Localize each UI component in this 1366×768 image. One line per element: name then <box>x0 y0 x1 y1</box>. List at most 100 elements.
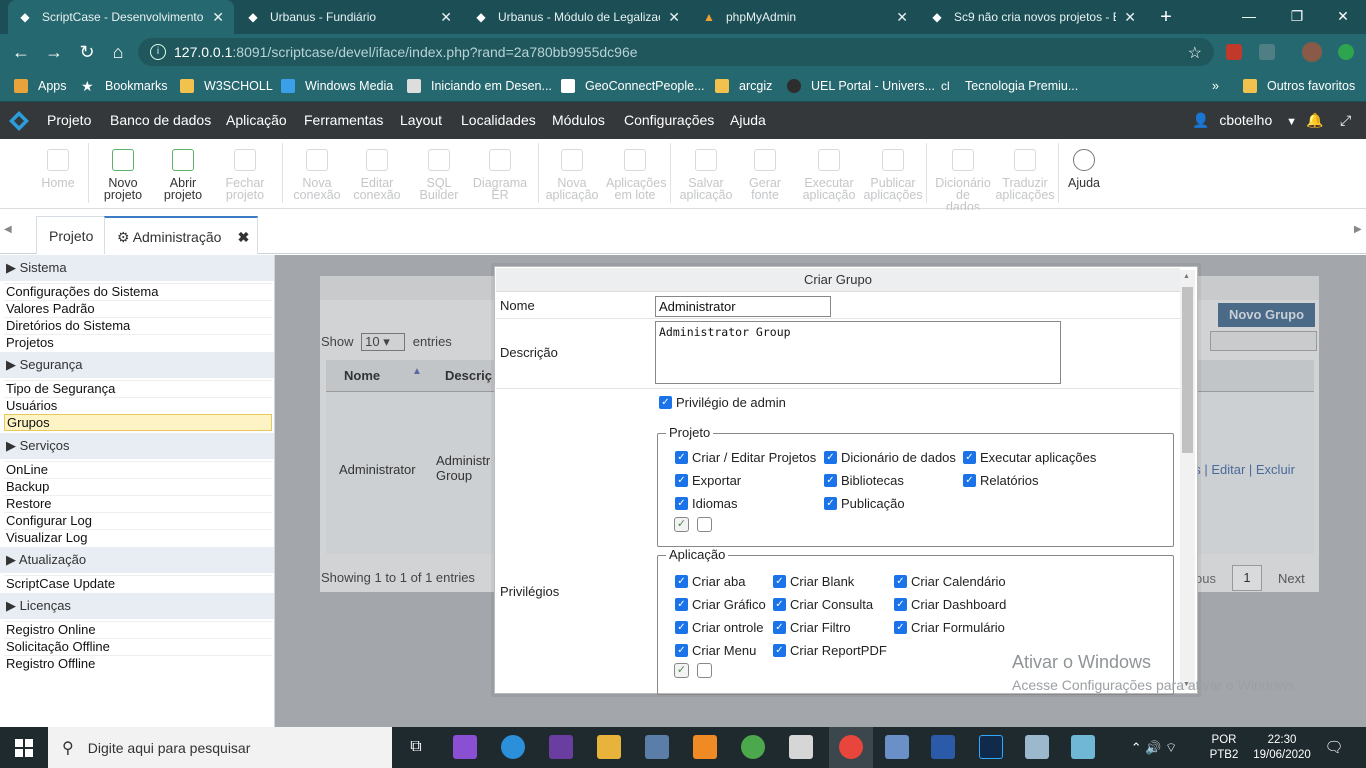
sidebar-item-registro-online[interactable]: Registro Online <box>4 621 272 638</box>
bookmark-bookmarks[interactable]: ★ Bookmarks <box>81 77 168 95</box>
select-all-checkbox[interactable]: ✓ <box>674 663 689 678</box>
menu-modulos[interactable]: Módulos <box>552 102 605 139</box>
scrollbar-thumb[interactable] <box>1182 287 1193 453</box>
sidebar-item-scriptcase-update[interactable]: ScriptCase Update <box>4 575 272 592</box>
word-icon[interactable] <box>931 735 955 759</box>
close-tab-icon[interactable]: ✕ <box>212 9 224 26</box>
executar-aplicacoes-checkbox[interactable]: ✓ Executar aplicações <box>963 450 1096 465</box>
scroll-right-icon[interactable]: ▶ <box>1354 224 1362 235</box>
sidebar-item-restore[interactable]: Restore <box>4 495 272 512</box>
bookmark-arcgiz[interactable]: arcgiz <box>715 77 772 95</box>
user-menu[interactable]: 👤 cbotelho ▼ <box>1192 102 1297 139</box>
ribbon-traduzir-aplicacoes-button[interactable]: Traduzir aplicações <box>994 147 1056 201</box>
menu-ferramentas[interactable]: Ferramentas <box>304 102 383 139</box>
ribbon-dicionario-dados-button[interactable]: Dicionário de dados <box>932 147 994 213</box>
criar-menu-checkbox[interactable]: ✓ Criar Menu <box>675 643 756 658</box>
ribbon-aplicacoes-lote-button[interactable]: Aplicações em lote <box>606 147 666 201</box>
nome-input[interactable] <box>655 296 831 317</box>
criar-consulta-checkbox[interactable]: ✓ Criar Consulta <box>773 597 873 612</box>
section-seguranca[interactable]: ▶ Segurança <box>0 352 274 378</box>
sublime-icon[interactable] <box>693 735 717 759</box>
ribbon-abrir-projeto-button[interactable]: Abrir projeto <box>160 147 206 201</box>
ribbon-sql-builder-button[interactable]: SQL Builder <box>412 147 466 201</box>
ribbon-diagrama-er-button[interactable]: Diagrama ER <box>472 147 528 201</box>
section-servicos[interactable]: ▶ Serviços <box>0 433 274 459</box>
clock[interactable]: 22:30 19/06/2020 <box>1246 727 1318 768</box>
sidebar-item-backup[interactable]: Backup <box>4 478 272 495</box>
criar-controle-checkbox[interactable]: ✓ Criar ontrole <box>675 620 764 635</box>
back-button[interactable]: ← <box>10 41 32 63</box>
address-bar[interactable]: i 127.0.0.1 :8091/scriptcase/devel/iface… <box>138 38 1214 66</box>
menu-localidades[interactable]: Localidades <box>461 102 536 139</box>
sidebar-item-usuarios[interactable]: Usuários <box>4 397 272 414</box>
sidebar-item-projetos[interactable]: Projetos <box>4 334 272 351</box>
criar-aba-checkbox[interactable]: ✓ Criar aba <box>675 574 745 589</box>
bibliotecas-checkbox[interactable]: ✓ Bibliotecas <box>824 473 904 488</box>
browser-tab-urbanus-legalizacao[interactable]: ◆ Urbanus - Módulo de Legalizaç ✕ <box>464 0 690 34</box>
pagination-next[interactable]: Next <box>1278 571 1305 586</box>
ribbon-fechar-projeto-button[interactable]: Fechar projeto <box>220 147 270 201</box>
close-icon[interactable]: ✖ <box>238 218 250 256</box>
app-icon[interactable] <box>1071 735 1095 759</box>
sidebar-item-configurar-log[interactable]: Configurar Log <box>4 512 272 529</box>
table-search-input[interactable] <box>1210 331 1317 351</box>
select-none-checkbox[interactable] <box>697 517 712 532</box>
sidebar-item-valores-padrao[interactable]: Valores Padrão <box>4 300 272 317</box>
browser-tab-scriptcase[interactable]: ◆ ScriptCase - Desenvolvimento ✕ <box>8 0 234 34</box>
ribbon-nova-conexao-button[interactable]: Nova conexão <box>290 147 344 201</box>
close-tab-icon[interactable]: ✕ <box>1124 9 1136 26</box>
dialog-scrollbar[interactable]: ▲ ▼ <box>1180 270 1195 690</box>
page-size-select[interactable]: 10 ▾ <box>361 333 406 351</box>
reload-button[interactable]: ↻ <box>76 41 98 63</box>
privilegio-admin-checkbox[interactable]: ✓ Privilégio de admin <box>659 395 786 410</box>
visual-studio-icon[interactable] <box>453 735 477 759</box>
dicionario-dados-checkbox[interactable]: ✓ Dicionário de dados <box>824 450 956 465</box>
scroll-up-icon[interactable]: ▲ <box>1183 273 1190 280</box>
menu-aplicacao[interactable]: Aplicação <box>226 102 287 139</box>
visual-studio-2-icon[interactable] <box>549 735 573 759</box>
novo-grupo-button[interactable]: Novo Grupo <box>1218 303 1315 327</box>
home-icon[interactable]: ⌂ <box>107 41 129 63</box>
sidebar-item-online[interactable]: OnLine <box>4 461 272 478</box>
start-button[interactable] <box>15 739 33 757</box>
ribbon-publicar-aplicacoes-button[interactable]: Publicar aplicações <box>862 147 924 201</box>
bookmark-star-icon[interactable]: ☆ <box>1188 43 1202 63</box>
menu-projeto[interactable]: Projeto <box>47 102 91 139</box>
browser-tab-phpmyadmin[interactable]: ▲ phpMyAdmin ✕ <box>692 0 918 34</box>
idiomas-checkbox[interactable]: ✓ Idiomas <box>675 496 738 511</box>
criar-calendario-checkbox[interactable]: ✓ Criar Calendário <box>894 574 1006 589</box>
forward-button[interactable]: → <box>43 41 65 63</box>
browser-tab-sc9[interactable]: ◆ Sc9 não cria novos projetos - E ✕ <box>920 0 1146 34</box>
minimize-button[interactable]: — <box>1226 0 1272 34</box>
more-bookmarks-button[interactable]: » <box>1212 77 1219 95</box>
section-atualizacao[interactable]: ▶ Atualização <box>0 547 274 573</box>
expand-icon[interactable]: ⤢ <box>1340 102 1351 139</box>
bookmark-iniciando[interactable]: Iniciando em Desen... <box>407 77 552 95</box>
info-icon[interactable]: i <box>150 44 166 60</box>
descricao-textarea[interactable]: Administrator Group <box>655 321 1061 384</box>
section-licencas[interactable]: ▶ Licenças <box>0 593 274 619</box>
calculator-icon[interactable] <box>789 735 813 759</box>
criar-editar-projetos-checkbox[interactable]: ✓ Criar / Editar Projetos <box>675 450 816 465</box>
new-tab-button[interactable]: + <box>1156 6 1176 28</box>
sidebar-item-tipo-seguranca[interactable]: Tipo de Segurança <box>4 380 272 397</box>
menu-layout[interactable]: Layout <box>400 102 442 139</box>
avatar[interactable] <box>1302 42 1322 62</box>
scroll-left-icon[interactable]: ◀ <box>4 224 12 235</box>
task-view-icon[interactable]: ⧉ <box>404 735 428 759</box>
app-green-icon[interactable] <box>741 735 765 759</box>
bookmark-apps[interactable]: Apps <box>14 77 67 95</box>
menu-ajuda[interactable]: Ajuda <box>730 102 766 139</box>
sidebar-item-configuracoes-sistema[interactable]: Configurações do Sistema <box>4 283 272 300</box>
relatorios-checkbox[interactable]: ✓ Relatórios <box>963 473 1039 488</box>
sort-asc-icon[interactable]: ▲ <box>412 366 422 377</box>
close-tab-icon[interactable]: ✕ <box>668 9 680 26</box>
close-tab-icon[interactable]: ✕ <box>896 9 908 26</box>
ribbon-gerar-fonte-button[interactable]: Gerar fonte <box>742 147 788 201</box>
update-icon[interactable] <box>1338 44 1354 60</box>
criar-reportpdf-checkbox[interactable]: ✓ Criar ReportPDF <box>773 643 887 658</box>
taskbar-search[interactable]: ⚲ Digite aqui para pesquisar <box>48 727 392 768</box>
chrome-icon[interactable] <box>839 735 863 759</box>
ribbon-executar-aplicacao-button[interactable]: Executar aplicação <box>800 147 858 201</box>
ribbon-novo-projeto-button[interactable]: Novo projeto <box>100 147 146 201</box>
